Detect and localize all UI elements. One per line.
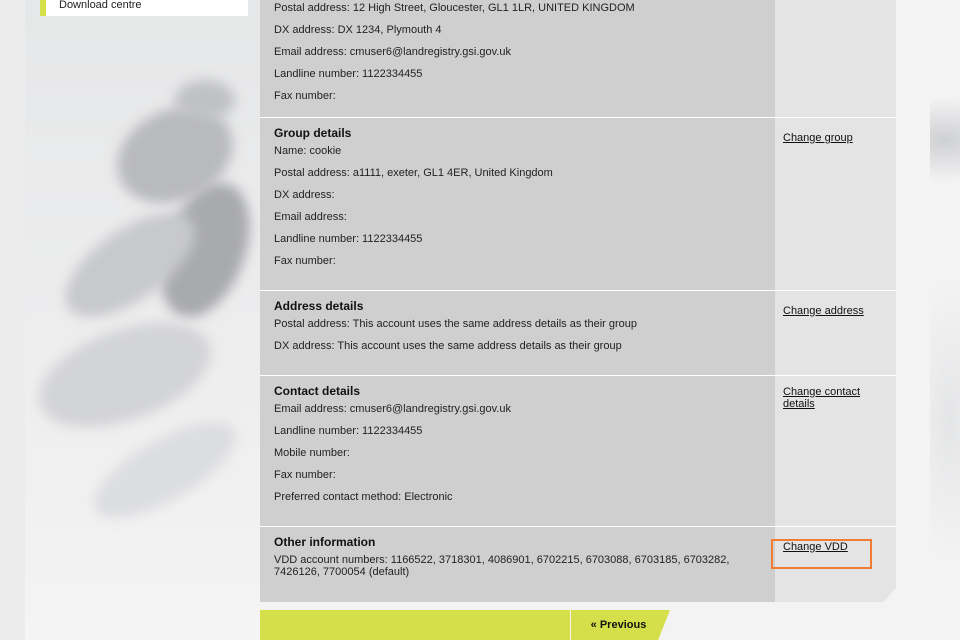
group-details-actions: Change group — [775, 118, 896, 290]
account-details-panel: Postal address: 12 High Street, Gloucest… — [260, 0, 896, 602]
contact-details-content: Contact details Email address: cmuser6@l… — [260, 376, 775, 526]
other-information-content: Other information VDD account numbers: 1… — [260, 527, 775, 602]
contact-preferred-method: Preferred contact method: Electronic — [274, 491, 453, 503]
contact-details-section: Contact details Email address: cmuser6@l… — [260, 376, 896, 527]
group-details-title: Group details — [274, 126, 352, 140]
contact-details-title: Contact details — [274, 384, 361, 398]
group-details-content: Group details Name: cookie Postal addres… — [260, 118, 775, 290]
group-name: Name: cookie — [274, 145, 342, 157]
change-contact-details-link[interactable]: Change contact details — [783, 386, 873, 410]
sidebar-item-label[interactable]: Download centre — [59, 0, 142, 11]
footer-bar — [260, 610, 570, 640]
contact-landline-number: Landline number: 1122334455 — [274, 425, 423, 437]
group-dx-address: DX address: — [274, 189, 335, 201]
contact-details-actions: Change contact details — [775, 376, 896, 526]
address-dx-address: DX address: This account uses the same a… — [274, 340, 622, 352]
account-email-address: Email address: cmuser6@landregistry.gsi.… — [274, 46, 511, 58]
address-details-title: Address details — [274, 299, 364, 313]
account-section-content: Postal address: 12 High Street, Gloucest… — [260, 0, 775, 117]
group-email-address: Email address: — [274, 211, 347, 223]
change-group-link[interactable]: Change group — [783, 132, 853, 144]
group-fax-number: Fax number: — [274, 255, 336, 267]
group-details-section: Group details Name: cookie Postal addres… — [260, 118, 896, 291]
address-details-content: Address details Postal address: This acc… — [260, 291, 775, 375]
account-dx-address: DX address: DX 1234, Plymouth 4 — [274, 24, 442, 36]
group-landline-number: Landline number: 1122334455 — [274, 233, 423, 245]
change-address-link[interactable]: Change address — [783, 305, 864, 317]
account-landline-number: Landline number: 1122334455 — [274, 68, 423, 80]
other-information-title: Other information — [274, 535, 376, 549]
change-vdd-highlight-box — [771, 539, 872, 569]
contact-fax-number: Fax number: — [274, 469, 336, 481]
contact-email-address: Email address: cmuser6@landregistry.gsi.… — [274, 403, 511, 415]
group-postal-address: Postal address: a1111, exeter, GL1 4ER, … — [274, 167, 553, 179]
account-fax-number: Fax number: — [274, 90, 336, 102]
decorative-background-image — [25, 0, 260, 640]
contact-mobile-number: Mobile number: — [274, 447, 350, 459]
address-details-actions: Change address — [775, 291, 896, 375]
account-section-actions — [775, 0, 896, 117]
sidebar-item-download-centre[interactable]: Download centre — [40, 0, 248, 16]
account-postal-address: Postal address: 12 High Street, Gloucest… — [274, 2, 635, 14]
vdd-account-numbers: VDD account numbers: 1166522, 3718301, 4… — [274, 554, 730, 578]
address-postal-address: Postal address: This account uses the sa… — [274, 318, 637, 330]
account-section: Postal address: 12 High Street, Gloucest… — [260, 0, 896, 118]
address-details-section: Address details Postal address: This acc… — [260, 291, 896, 376]
previous-button[interactable]: « Previous — [571, 610, 670, 640]
